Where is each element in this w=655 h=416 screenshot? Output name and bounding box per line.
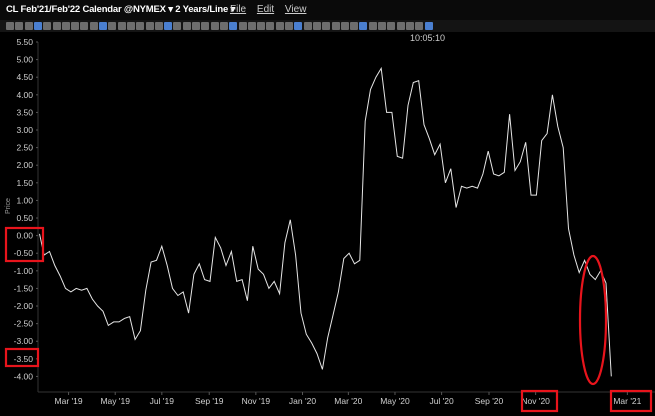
toolbar-tool-icon[interactable] [61,22,70,30]
toolbar-tool-icon[interactable] [6,22,14,30]
y-tick-label: 0.00 [16,231,33,241]
toolbar-tool-icon[interactable] [378,22,386,30]
y-tick-label: 2.50 [16,143,33,153]
toolbar-tool-icon[interactable] [294,22,303,30]
toolbar-tool-icon[interactable] [303,22,312,30]
toolbar-tool-icon[interactable] [80,22,89,30]
toolbar-tool-icon[interactable] [89,22,98,30]
y-tick-label: 3.00 [16,125,33,135]
toolbar-tool-icon[interactable] [71,22,80,30]
toolbar-tool-icon[interactable] [24,22,33,30]
toolbar-tool-icon[interactable] [173,22,182,30]
toolbar-tool-icon[interactable] [368,22,377,30]
toolbar-tool-icon[interactable] [201,22,210,30]
y-tick-label: 3.50 [16,107,33,117]
menu-bar: File Edit View [230,4,314,15]
toolbar-tool-icon[interactable] [415,22,424,30]
toolbar-tool-icon[interactable] [164,22,173,30]
toolbar-tool-icon[interactable] [154,22,163,30]
menu-file-label: File [230,4,247,15]
y-tick-label: 1.00 [16,195,33,205]
toolbar-tool-icon[interactable] [52,22,61,30]
y-tick-label: -3.00 [14,336,34,346]
toolbar-tool-icon[interactable] [275,22,284,30]
menu-file[interactable]: File [230,4,246,15]
y-axis-label: Price [5,198,12,214]
chart-toolbar [0,20,655,32]
chart-background [0,32,655,416]
toolbar-tool-icon[interactable] [405,22,414,30]
toolbar-tool-icon[interactable] [238,22,247,30]
toolbar-tool-icon[interactable] [312,22,321,30]
y-tick-label: 1.50 [16,178,33,188]
y-tick-label: -1.00 [14,266,34,276]
toolbar-tool-icon[interactable] [43,22,52,30]
x-tick-label: Nov '20 [521,396,550,406]
toolbar-tool-icon[interactable] [257,22,266,30]
menu-edit-label: Edit [256,4,275,15]
toolbar-tool-icon[interactable] [331,22,340,30]
chart-title[interactable]: CL Feb'21/Feb'22 Calendar @NYMEX ▾ 2 Yea… [3,3,238,17]
y-tick-label: 4.50 [16,72,33,82]
toolbar-tool-icon[interactable] [182,22,191,30]
x-tick-label: May '19 [100,396,130,406]
toolbar-tool-icon[interactable] [359,22,368,30]
toolbar-tool-icon[interactable] [136,22,145,30]
toolbar-tool-icon[interactable] [340,22,349,30]
toolbar-tool-icon[interactable] [219,22,228,30]
toolbar-tool-icon[interactable] [99,22,107,30]
toolbar-tool-icon[interactable] [396,22,405,30]
menu-view-label: View [284,4,307,15]
y-tick-label: 0.50 [16,213,33,223]
y-tick-label: 4.00 [16,90,33,100]
price-chart: 10:05:10 Price 5.50 5.00 4.50 4.00 3.50 3.00 2… [0,32,655,416]
menu-view[interactable]: View [285,4,307,15]
y-tick-label: -0.50 [14,248,34,258]
x-tick-label: Jul '19 [150,396,175,406]
toolbar-tool-icon[interactable] [108,22,117,30]
y-tick-label: -2.00 [14,301,34,311]
toolbar-tool-icon[interactable] [33,22,42,30]
toolbar-tool-icon[interactable] [424,22,433,30]
y-tick-label: 2.00 [16,160,33,170]
y-tick-label: -2.50 [14,319,34,329]
toolbar-tool-icon[interactable] [322,22,331,30]
x-tick-label: Mar '19 [55,396,83,406]
y-tick-label: -4.00 [14,371,34,381]
toolbar-tool-icon[interactable] [117,22,126,30]
x-tick-label: Nov '19 [242,396,271,406]
toolbar-tool-icon[interactable] [126,22,135,30]
x-tick-label: Sep '19 [195,396,224,406]
toolbar-tool-icon[interactable] [229,22,238,30]
y-tick-label: -3.50 [14,354,34,364]
y-tick-label: 5.00 [16,55,33,65]
x-tick-label: Jan '20 [289,396,316,406]
clock-readout: 10:05:10 [410,33,445,43]
toolbar-tool-icon[interactable] [285,22,293,30]
toolbar-tool-icon[interactable] [350,22,359,30]
x-tick-label: Jul '20 [429,396,454,406]
toolbar-tool-icon[interactable] [247,22,256,30]
x-tick-label: Mar '21 [613,396,641,406]
y-tick-label: -1.50 [14,283,34,293]
toolbar-tool-icon[interactable] [145,22,154,30]
x-tick-label: May '20 [380,396,410,406]
menu-edit[interactable]: Edit [257,4,274,15]
x-tick-label: Mar '20 [334,396,362,406]
y-tick-label: 5.50 [16,37,33,47]
toolbar-tool-icon[interactable] [192,22,200,30]
toolbar-tool-icon[interactable] [266,22,275,30]
toolbar-tool-icon[interactable] [210,22,219,30]
toolbar-tool-icon[interactable] [387,22,396,30]
toolbar-tool-icon[interactable] [15,22,24,30]
x-tick-label: Sep '20 [475,396,504,406]
window-titlebar: CL Feb'21/Feb'22 Calendar @NYMEX ▾ 2 Yea… [0,0,655,21]
